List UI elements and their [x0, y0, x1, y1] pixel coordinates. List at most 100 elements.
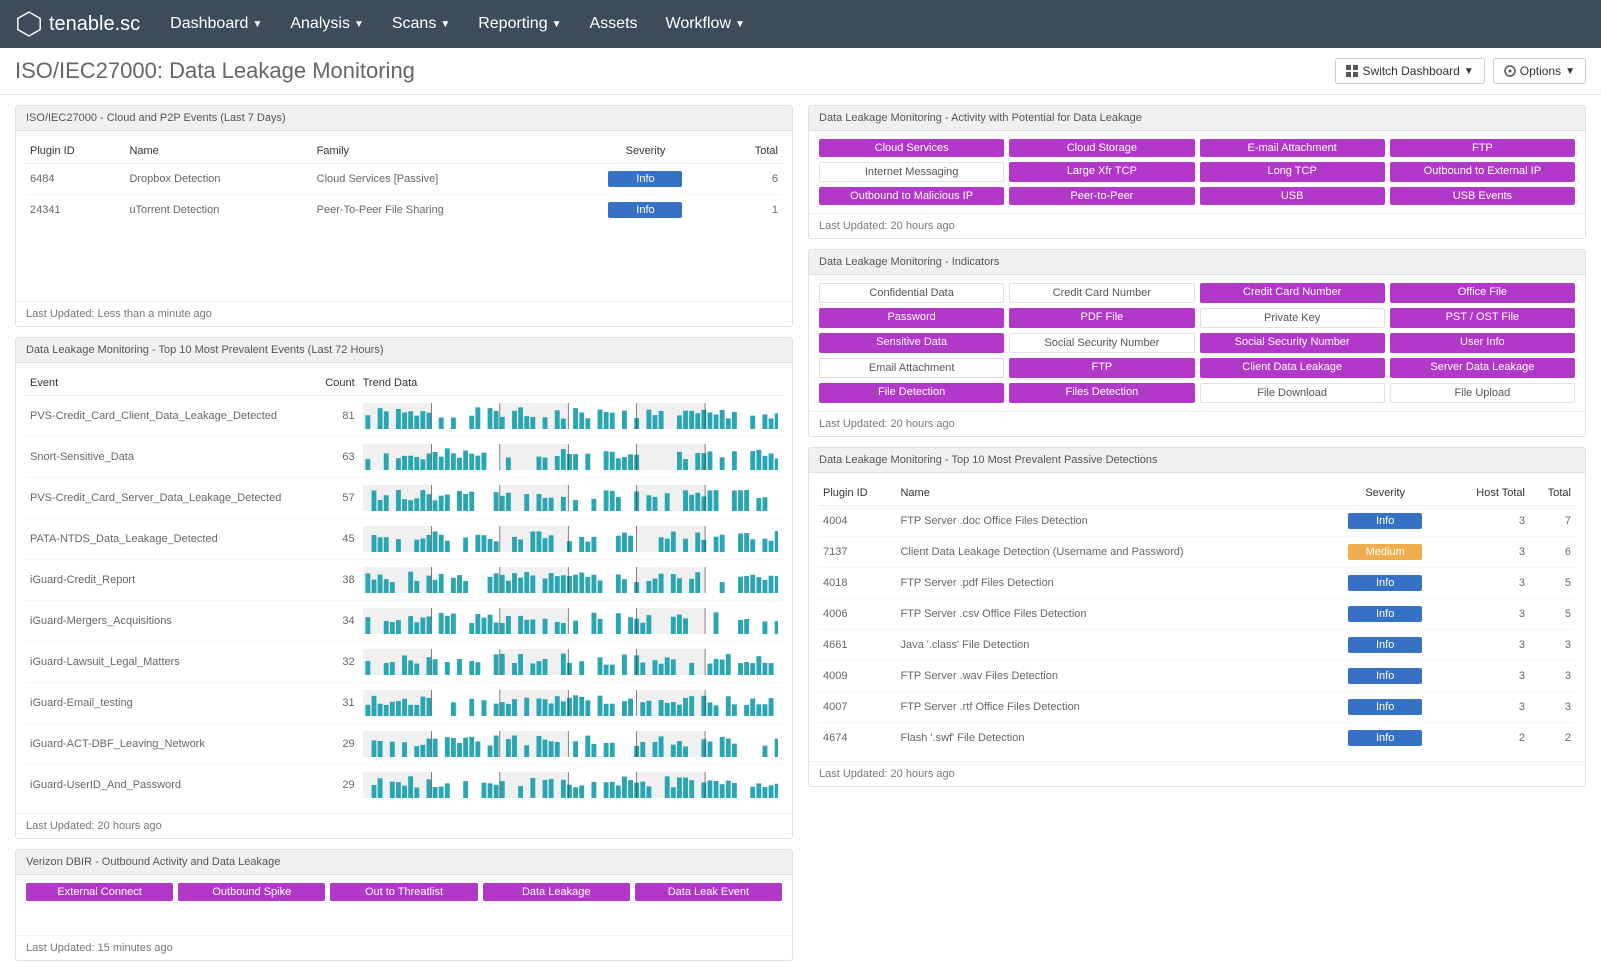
severity-badge[interactable]: Info — [1348, 575, 1422, 591]
column-header[interactable]: Trend Data — [359, 371, 782, 396]
table-row[interactable]: 6484Dropbox DetectionCloud Services [Pas… — [26, 164, 782, 195]
indicator-pill[interactable]: USB Events — [1390, 187, 1575, 205]
event-name: PATA-NTDS_Data_Leakage_Detected — [26, 519, 291, 560]
indicator-pill[interactable]: Client Data Leakage — [1200, 358, 1385, 378]
table-row[interactable]: 24341uTorrent DetectionPeer-To-Peer File… — [26, 195, 782, 226]
column-header[interactable]: Host Total — [1446, 481, 1529, 506]
plugin-name: Java '.class' File Detection — [896, 630, 1324, 661]
table-row[interactable]: iGuard-Lawsuit_Legal_Matters32 — [26, 642, 782, 683]
plugin-name: uTorrent Detection — [125, 195, 312, 226]
column-header[interactable]: Severity — [568, 139, 723, 164]
gear-icon — [1504, 65, 1516, 77]
column-header[interactable]: Count — [291, 371, 359, 396]
column-header[interactable]: Event — [26, 371, 291, 396]
indicator-pill[interactable]: Outbound to External IP — [1390, 162, 1575, 182]
indicator-pill[interactable]: Data Leakage — [483, 883, 630, 901]
event-name: iGuard-ACT-DBF_Leaving_Network — [26, 724, 291, 765]
indicator-pill[interactable]: Outbound to Malicious IP — [819, 187, 1004, 205]
indicator-pill[interactable]: Out to Threatlist — [330, 883, 477, 901]
table-row[interactable]: PVS-Credit_Card_Server_Data_Leakage_Dete… — [26, 478, 782, 519]
table-row[interactable]: 7137Client Data Leakage Detection (Usern… — [819, 537, 1575, 568]
indicator-pill[interactable]: Long TCP — [1200, 162, 1385, 182]
indicator-pill[interactable]: Credit Card Number — [1009, 283, 1194, 303]
column-header[interactable]: Name — [125, 139, 312, 164]
indicator-pill[interactable]: Data Leak Event — [635, 883, 782, 901]
indicator-pill[interactable]: PDF File — [1009, 308, 1194, 328]
table-row[interactable]: Snort-Sensitive_Data63 — [26, 437, 782, 478]
indicator-pill[interactable]: FTP — [1009, 358, 1194, 378]
severity-cell: Info — [1325, 506, 1446, 537]
indicator-pill[interactable]: File Upload — [1390, 383, 1575, 403]
indicator-pill[interactable]: Password — [819, 308, 1004, 328]
table-row[interactable]: 4018FTP Server .pdf Files DetectionInfo3… — [819, 568, 1575, 599]
indicator-pill[interactable]: Email Attachment — [819, 358, 1004, 378]
severity-badge[interactable]: Info — [1348, 513, 1422, 529]
indicator-pill[interactable]: Cloud Storage — [1009, 139, 1194, 157]
indicator-pill[interactable]: External Connect — [26, 883, 173, 901]
column-header[interactable]: Severity — [1325, 481, 1446, 506]
indicator-pill[interactable]: Sensitive Data — [819, 333, 1004, 353]
indicator-pill[interactable]: Peer-to-Peer — [1009, 187, 1194, 205]
table-row[interactable]: iGuard-Email_testing31 — [26, 683, 782, 724]
severity-badge[interactable]: Info — [608, 202, 682, 218]
trend-sparkline — [363, 608, 778, 634]
indicator-pill[interactable]: Social Security Number — [1200, 333, 1385, 353]
indicator-pill[interactable]: Server Data Leakage — [1390, 358, 1575, 378]
nav-item-scans[interactable]: Scans▼ — [392, 15, 450, 33]
severity-badge[interactable]: Info — [1348, 668, 1422, 684]
column-header[interactable]: Plugin ID — [26, 139, 125, 164]
indicator-pill[interactable]: FTP — [1390, 139, 1575, 157]
table-row[interactable]: iGuard-Credit_Report38 — [26, 560, 782, 601]
indicator-pill[interactable]: File Download — [1200, 383, 1385, 403]
indicator-pill[interactable]: Large Xfr TCP — [1009, 162, 1194, 182]
indicator-pill[interactable]: Private Key — [1200, 308, 1385, 328]
indicator-pill[interactable]: PST / OST File — [1390, 308, 1575, 328]
table-row[interactable]: 4004FTP Server .doc Office Files Detecti… — [819, 506, 1575, 537]
severity-badge[interactable]: Info — [1348, 606, 1422, 622]
indicator-pill[interactable]: Social Security Number — [1009, 333, 1194, 353]
table-row[interactable]: 4009FTP Server .wav Files DetectionInfo3… — [819, 661, 1575, 692]
table-row[interactable]: PATA-NTDS_Data_Leakage_Detected45 — [26, 519, 782, 560]
indicator-pill[interactable]: Files Detection — [1009, 383, 1194, 403]
event-name: PVS-Credit_Card_Client_Data_Leakage_Dete… — [26, 396, 291, 437]
indicator-pill[interactable]: User Info — [1390, 333, 1575, 353]
column-header[interactable]: Name — [896, 481, 1324, 506]
severity-badge[interactable]: Info — [1348, 699, 1422, 715]
nav-item-reporting[interactable]: Reporting▼ — [478, 15, 561, 33]
severity-badge[interactable]: Info — [1348, 637, 1422, 653]
indicator-pill[interactable]: E-mail Attachment — [1200, 139, 1385, 157]
table-row[interactable]: 4007FTP Server .rtf Office Files Detecti… — [819, 692, 1575, 723]
indicator-pill[interactable]: File Detection — [819, 383, 1004, 403]
severity-badge[interactable]: Info — [1348, 730, 1422, 746]
indicator-pill[interactable]: USB — [1200, 187, 1385, 205]
indicator-pill[interactable]: Internet Messaging — [819, 162, 1004, 182]
brand-logo[interactable]: tenable.sc — [15, 10, 140, 38]
nav-item-analysis[interactable]: Analysis▼ — [290, 15, 363, 33]
severity-badge[interactable]: Medium — [1348, 544, 1422, 560]
table-row[interactable]: iGuard-ACT-DBF_Leaving_Network29 — [26, 724, 782, 765]
nav-item-workflow[interactable]: Workflow▼ — [666, 15, 745, 33]
indicator-pill[interactable]: Outbound Spike — [178, 883, 325, 901]
column-header[interactable]: Plugin ID — [819, 481, 896, 506]
column-header[interactable]: Total — [1529, 481, 1575, 506]
total: 5 — [1529, 599, 1575, 630]
total-cell: 1 — [723, 195, 782, 226]
event-count: 63 — [291, 437, 359, 478]
indicator-pill[interactable]: Confidential Data — [819, 283, 1004, 303]
table-row[interactable]: iGuard-UserID_And_Password29 — [26, 765, 782, 806]
indicator-pill[interactable]: Credit Card Number — [1200, 283, 1385, 303]
column-header[interactable]: Family — [313, 139, 568, 164]
options-button[interactable]: Options ▼ — [1493, 58, 1586, 84]
nav-item-dashboard[interactable]: Dashboard▼ — [170, 15, 262, 33]
indicator-pill[interactable]: Cloud Services — [819, 139, 1004, 157]
table-row[interactable]: 4661Java '.class' File DetectionInfo33 — [819, 630, 1575, 661]
table-row[interactable]: 4006FTP Server .csv Office Files Detecti… — [819, 599, 1575, 630]
table-row[interactable]: iGuard-Mergers_Acquisitions34 — [26, 601, 782, 642]
table-row[interactable]: 4674Flash '.swf' File DetectionInfo22 — [819, 723, 1575, 754]
severity-badge[interactable]: Info — [608, 171, 682, 187]
nav-item-assets[interactable]: Assets — [590, 15, 638, 33]
column-header[interactable]: Total — [723, 139, 782, 164]
indicator-pill[interactable]: Office File — [1390, 283, 1575, 303]
table-row[interactable]: PVS-Credit_Card_Client_Data_Leakage_Dete… — [26, 396, 782, 437]
switch-dashboard-button[interactable]: Switch Dashboard ▼ — [1335, 58, 1484, 84]
